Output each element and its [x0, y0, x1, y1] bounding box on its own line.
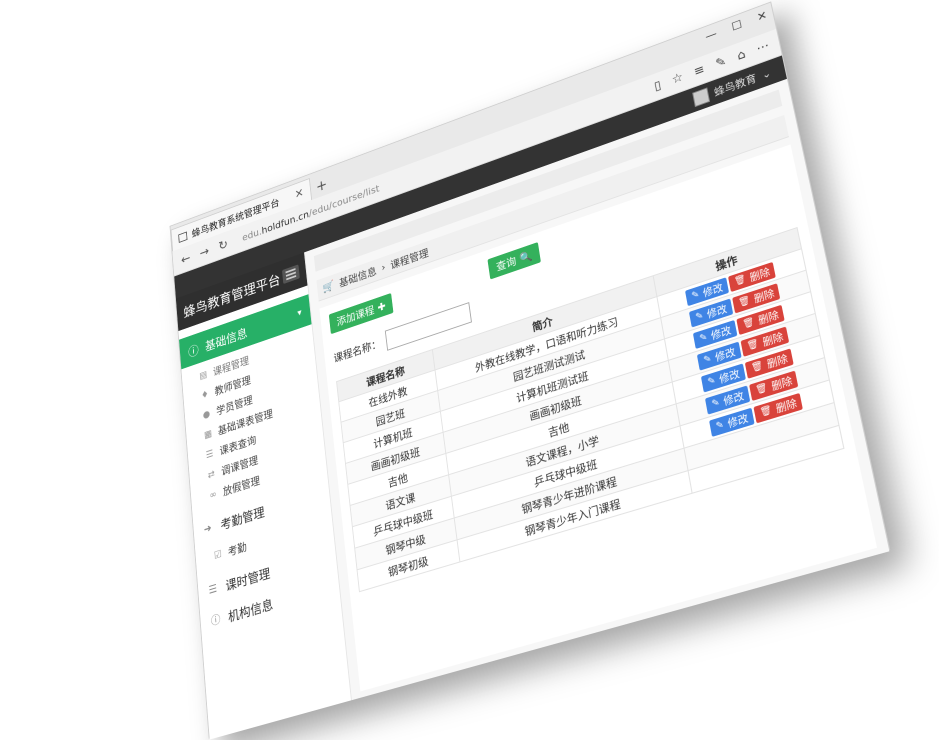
- edit-icon: ✎: [715, 419, 725, 432]
- edit-label: 修改: [722, 387, 745, 408]
- browser-window: 蜂鸟教育系统管理平台 × + — ☐ ✕ ← → ↻ edu.holdfun.c…: [170, 1, 891, 738]
- breadcrumb-root[interactable]: 基础信息: [338, 263, 377, 290]
- breadcrumb-separator: ›: [381, 261, 386, 274]
- edit-label: 修改: [718, 365, 741, 386]
- more-icon[interactable]: ⋯: [755, 39, 770, 57]
- edit-label: 修改: [710, 322, 733, 343]
- edit-icon: ✎: [695, 310, 704, 323]
- trash-icon: 🗑: [742, 316, 756, 330]
- delete-label: 删除: [757, 306, 780, 327]
- plus-icon: ✚: [377, 299, 386, 313]
- add-course-label: 添加课程: [336, 302, 375, 329]
- trash-icon: 🗑: [746, 338, 760, 353]
- query-label: 查询: [495, 253, 517, 274]
- delete-label: 删除: [752, 285, 775, 306]
- query-button[interactable]: 查询 🔍: [488, 242, 541, 279]
- user-icon: ♦: [200, 388, 211, 401]
- tab-close-icon[interactable]: ×: [294, 186, 304, 202]
- avatar[interactable]: [692, 87, 710, 107]
- favorite-star-icon[interactable]: ☆: [671, 70, 684, 87]
- search-icon: 🔍: [519, 249, 533, 265]
- refresh-icon[interactable]: ↻: [218, 237, 229, 254]
- delete-label: 删除: [774, 394, 798, 416]
- page-icon: [178, 231, 187, 242]
- edit-icon: ✎: [711, 397, 721, 410]
- list-icon: ☰: [204, 448, 215, 461]
- edit-label: 修改: [702, 279, 724, 300]
- edit-icon: ✎: [703, 353, 713, 366]
- grid-icon: ▦: [203, 428, 214, 441]
- breadcrumb-current: 课程管理: [390, 244, 430, 272]
- notes-icon[interactable]: ✎: [714, 54, 727, 71]
- trash-icon: 🗑: [750, 360, 764, 375]
- book-icon: ▤: [198, 369, 208, 382]
- user-caret-icon[interactable]: ⌄: [761, 66, 772, 81]
- edit-label: 修改: [726, 409, 749, 430]
- trash-icon: 🗑: [738, 294, 751, 308]
- nav-group-label: 机构信息: [227, 593, 273, 625]
- url-prefix: edu.: [242, 226, 262, 244]
- sidebar-item-label: 考勤: [227, 538, 247, 559]
- edit-icon: ✎: [699, 331, 708, 344]
- delete-label: 删除: [770, 372, 794, 394]
- link-icon: ∞: [208, 488, 219, 501]
- back-arrow-icon[interactable]: ←: [181, 251, 191, 268]
- edit-icon: ✎: [691, 289, 700, 302]
- chevron-down-icon: ▾: [297, 307, 302, 318]
- course-name-label: 课程名称：: [333, 335, 382, 366]
- list-icon: ☰: [208, 581, 219, 597]
- edit-icon: ✎: [707, 375, 717, 388]
- forward-arrow-icon[interactable]: →: [199, 244, 209, 261]
- info-icon: ⓘ: [210, 610, 221, 629]
- edit-label: 修改: [714, 343, 737, 364]
- maximize-button[interactable]: ☐: [731, 17, 744, 33]
- cart-icon: 🛒: [322, 279, 335, 294]
- edit-label: 修改: [706, 300, 729, 321]
- minimize-button[interactable]: —: [704, 27, 718, 43]
- users-icon: ●: [201, 408, 212, 421]
- trash-icon: 🗑: [733, 273, 746, 287]
- reading-view-icon[interactable]: ▯: [653, 78, 662, 94]
- swap-icon: ⇄: [206, 468, 217, 481]
- trash-icon: 🗑: [759, 404, 773, 419]
- menu-toggle-icon[interactable]: [282, 264, 300, 284]
- delete-label: 删除: [765, 350, 788, 371]
- sign-in-icon: ➜: [203, 520, 214, 535]
- share-icon[interactable]: ⌂: [736, 47, 747, 63]
- trash-icon: 🗑: [755, 382, 769, 397]
- delete-label: 删除: [761, 328, 784, 349]
- add-course-button[interactable]: 添加课程 ✚: [329, 293, 394, 334]
- info-icon: ⓘ: [188, 340, 200, 360]
- checkbox-icon: ☑: [212, 548, 223, 562]
- close-window-button[interactable]: ✕: [756, 8, 768, 24]
- delete-label: 删除: [748, 263, 771, 284]
- hub-icon[interactable]: ≡: [693, 62, 706, 79]
